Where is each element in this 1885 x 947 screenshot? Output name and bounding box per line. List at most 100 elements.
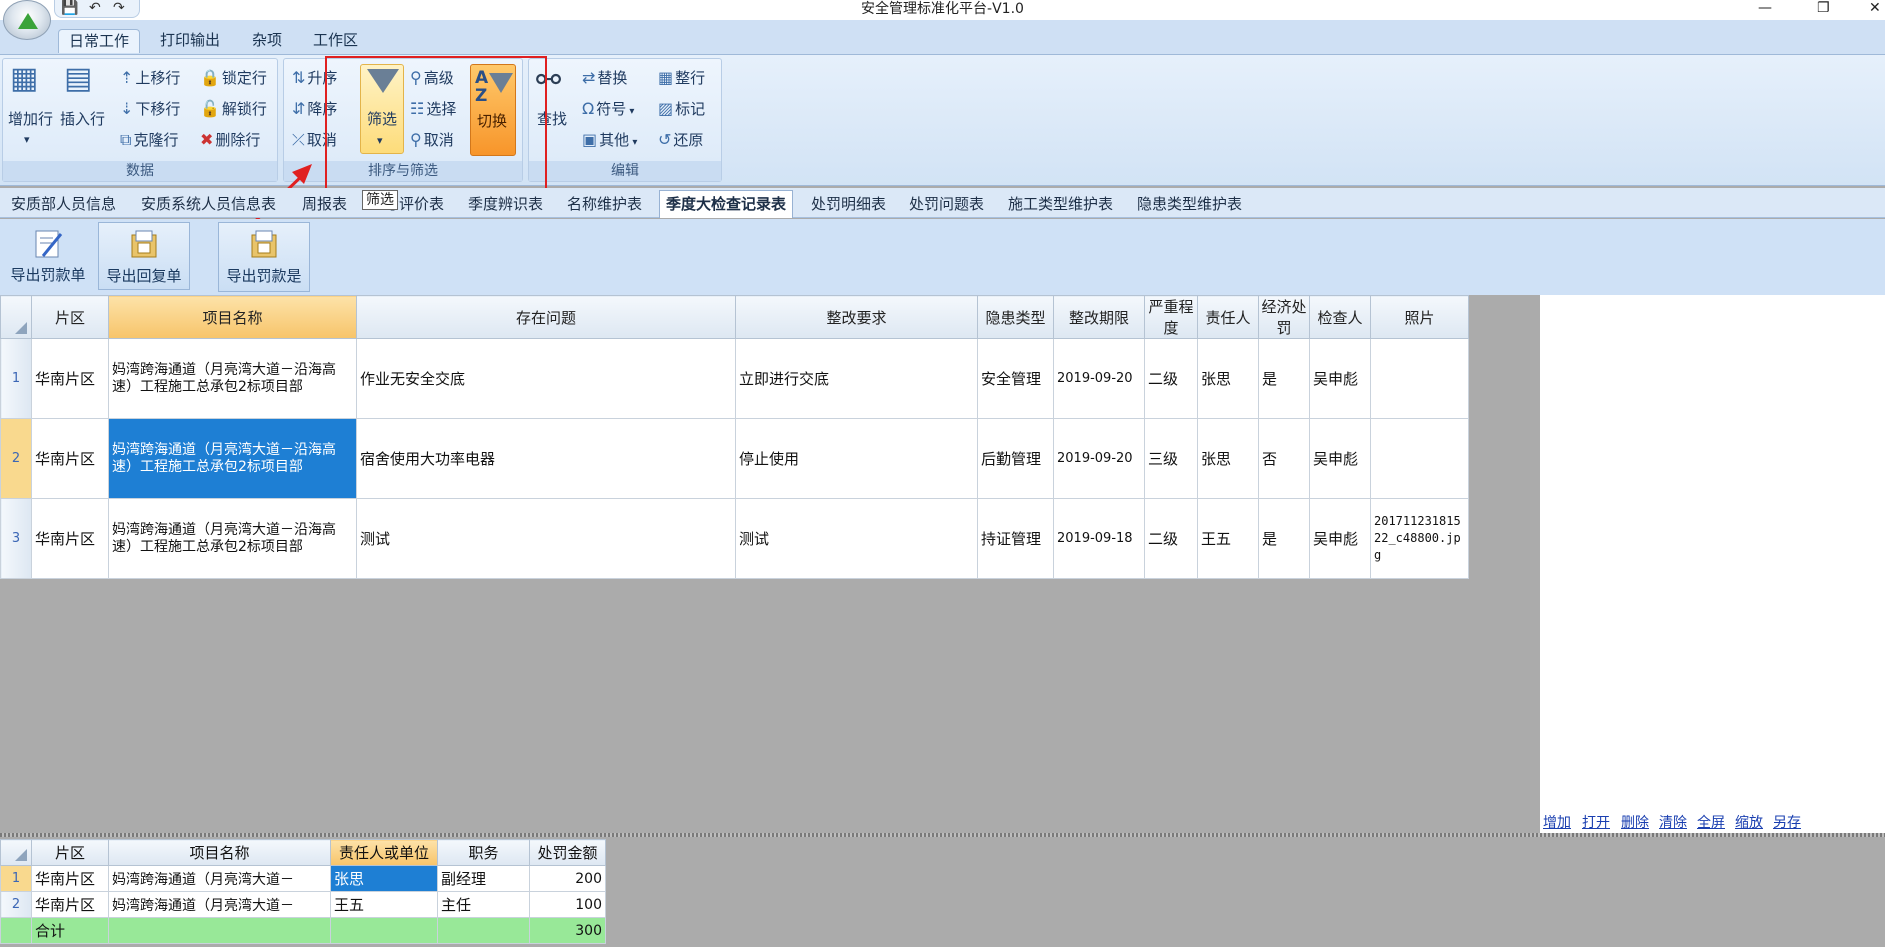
- col-header-fine[interactable]: 经济处罚: [1258, 295, 1310, 339]
- penalty-cell-amount[interactable]: 100: [529, 891, 606, 918]
- panel-link-open[interactable]: 打开: [1582, 812, 1610, 832]
- cell-severity[interactable]: 二级: [1144, 338, 1198, 419]
- cell-deadline[interactable]: 2019-09-20: [1053, 418, 1145, 499]
- cell-area[interactable]: 华南片区: [31, 338, 109, 419]
- export-fine-button[interactable]: 导出罚款单: [8, 222, 88, 290]
- restore-button[interactable]: ❐: [1817, 0, 1830, 16]
- clone-row-button[interactable]: ⧉ 克隆行: [120, 130, 178, 150]
- row-header[interactable]: 1: [0, 338, 32, 419]
- close-button[interactable]: ✕: [1869, 0, 1881, 16]
- penalty-cell-person[interactable]: 王五: [330, 891, 438, 918]
- col-header-area[interactable]: 片区: [31, 295, 109, 339]
- penalty-col-project[interactable]: 项目名称: [108, 839, 331, 866]
- cell-photo[interactable]: [1370, 418, 1469, 499]
- other-button[interactable]: ▣ 其他 ▾: [582, 130, 637, 153]
- cell-inspector[interactable]: 吴申彪: [1309, 338, 1371, 419]
- add-row-dropdown-icon[interactable]: ▾: [24, 130, 30, 150]
- insert-row-button[interactable]: 插入行: [60, 109, 105, 129]
- sheet-tab-system-staff[interactable]: 安质系统人员信息表: [141, 192, 276, 216]
- cell-area[interactable]: 华南片区: [31, 498, 109, 579]
- cell-deadline[interactable]: 2019-09-20: [1053, 338, 1145, 419]
- cell-severity[interactable]: 二级: [1144, 498, 1198, 579]
- cell-hazard-type[interactable]: 后勤管理: [977, 418, 1054, 499]
- tab-print-output[interactable]: 打印输出: [150, 29, 230, 53]
- penalty-col-amount[interactable]: 处罚金额: [529, 839, 606, 866]
- sheet-tab-hazard-type[interactable]: 隐患类型维护表: [1137, 192, 1242, 216]
- cell-area[interactable]: 华南片区: [31, 418, 109, 499]
- panel-link-add[interactable]: 增加: [1543, 812, 1571, 832]
- cell-issue[interactable]: 测试: [356, 498, 736, 579]
- penalty-row-header[interactable]: 2: [0, 891, 32, 918]
- sheet-tab-name-maintenance[interactable]: 名称维护表: [567, 192, 642, 216]
- col-header-requirement[interactable]: 整改要求: [735, 295, 978, 339]
- cell-fine[interactable]: 是: [1258, 498, 1310, 579]
- cell-hazard-type[interactable]: 持证管理: [977, 498, 1054, 579]
- table-row[interactable]: 3 华南片区 妈湾跨海通道（月亮湾大道－沿海高速）工程施工总承包2标项目部 测试…: [0, 498, 1469, 579]
- penalty-cell-amount[interactable]: 200: [529, 865, 606, 892]
- replace-button[interactable]: ⇄ 替换: [582, 68, 627, 88]
- cell-inspector[interactable]: 吴申彪: [1309, 418, 1371, 499]
- penalty-cell-project[interactable]: 妈湾跨海通道（月亮湾大道－: [108, 865, 331, 892]
- penalty-cell-title[interactable]: 主任: [437, 891, 530, 918]
- panel-link-clear[interactable]: 清除: [1659, 812, 1687, 832]
- cell-project[interactable]: 妈湾跨海通道（月亮湾大道－沿海高速）工程施工总承包2标项目部: [108, 498, 357, 579]
- penalty-grid-corner[interactable]: [0, 839, 32, 866]
- move-up-button[interactable]: ⇡ 上移行: [120, 68, 180, 88]
- lock-row-button[interactable]: 🔒 锁定行: [200, 68, 267, 88]
- cell-requirement[interactable]: 立即进行交底: [735, 338, 978, 419]
- penalty-col-area[interactable]: 片区: [31, 839, 109, 866]
- penalty-col-title[interactable]: 职务: [437, 839, 530, 866]
- add-row-button[interactable]: 增加行: [8, 109, 53, 129]
- mark-button[interactable]: ▨ 标记: [658, 99, 705, 119]
- export-fine2-button[interactable]: 导出罚款是: [218, 222, 310, 292]
- export-reply-button[interactable]: 导出回复单: [98, 222, 190, 290]
- penalty-row[interactable]: 1 华南片区 妈湾跨海通道（月亮湾大道－ 张思 副经理 200: [0, 865, 606, 892]
- row-header[interactable]: 3: [0, 498, 32, 579]
- cell-photo[interactable]: [1370, 338, 1469, 419]
- panel-link-save-as[interactable]: 另存: [1773, 812, 1801, 832]
- sheet-tab-anzhi-staff[interactable]: 安质部人员信息: [11, 192, 116, 216]
- table-row[interactable]: 1 华南片区 妈湾跨海通道（月亮湾大道－沿海高速）工程施工总承包2标项目部 作业…: [0, 338, 1469, 419]
- row-header[interactable]: 2: [0, 418, 32, 499]
- col-header-photo[interactable]: 照片: [1370, 295, 1469, 339]
- sheet-tab-weekly[interactable]: 周报表: [302, 192, 347, 216]
- cell-fine[interactable]: 否: [1258, 418, 1310, 499]
- cell-severity[interactable]: 三级: [1144, 418, 1198, 499]
- move-down-button[interactable]: ⇣ 下移行: [120, 99, 180, 119]
- sheet-tab-penalty-issues[interactable]: 处罚问题表: [909, 192, 984, 216]
- penalty-row-header[interactable]: 1: [0, 865, 32, 892]
- penalty-cell-area[interactable]: 华南片区: [31, 891, 109, 918]
- app-menu-orb[interactable]: [3, 0, 51, 40]
- cell-person[interactable]: 张思: [1197, 338, 1259, 419]
- cell-requirement[interactable]: 停止使用: [735, 418, 978, 499]
- sheet-tab-quarterly-identify[interactable]: 季度辨识表: [468, 192, 543, 216]
- unlock-row-button[interactable]: 🔓 解锁行: [200, 99, 267, 119]
- save-icon[interactable]: 💾: [61, 0, 78, 16]
- cell-hazard-type[interactable]: 安全管理: [977, 338, 1054, 419]
- col-header-hazard-type[interactable]: 隐患类型: [977, 295, 1054, 339]
- panel-link-fullscreen[interactable]: 全屏: [1697, 812, 1725, 832]
- cell-deadline[interactable]: 2019-09-18: [1053, 498, 1145, 579]
- redo-icon[interactable]: ↷: [113, 0, 125, 16]
- cell-photo[interactable]: 20171123181522_c48800.jpg: [1370, 498, 1469, 579]
- cell-fine[interactable]: 是: [1258, 338, 1310, 419]
- sheet-tab-quarterly-inspection[interactable]: 季度大检查记录表: [659, 190, 794, 218]
- penalty-cell-project[interactable]: 妈湾跨海通道（月亮湾大道－: [108, 891, 331, 918]
- col-header-deadline[interactable]: 整改期限: [1053, 295, 1145, 339]
- cell-issue[interactable]: 宿舍使用大功率电器: [356, 418, 736, 499]
- cell-project[interactable]: 妈湾跨海通道（月亮湾大道－沿海高速）工程施工总承包2标项目部: [108, 338, 357, 419]
- col-header-project[interactable]: 项目名称: [108, 295, 357, 339]
- table-row[interactable]: 2 华南片区 妈湾跨海通道（月亮湾大道－沿海高速）工程施工总承包2标项目部 宿舍…: [0, 418, 1469, 499]
- undo-icon[interactable]: ↶: [89, 0, 101, 16]
- cell-inspector[interactable]: 吴申彪: [1309, 498, 1371, 579]
- pane-splitter[interactable]: [0, 833, 1885, 837]
- penalty-cell-area[interactable]: 华南片区: [31, 865, 109, 892]
- sheet-tab-construction-type[interactable]: 施工类型维护表: [1008, 192, 1113, 216]
- col-header-severity[interactable]: 严重程度: [1144, 295, 1198, 339]
- cell-issue[interactable]: 作业无安全交底: [356, 338, 736, 419]
- col-header-inspector[interactable]: 检查人: [1309, 295, 1371, 339]
- penalty-cell-title[interactable]: 副经理: [437, 865, 530, 892]
- col-header-person[interactable]: 责任人: [1197, 295, 1259, 339]
- tidy-button[interactable]: ▦ 整行: [658, 68, 705, 88]
- sheet-tab-penalty-detail[interactable]: 处罚明细表: [811, 192, 886, 216]
